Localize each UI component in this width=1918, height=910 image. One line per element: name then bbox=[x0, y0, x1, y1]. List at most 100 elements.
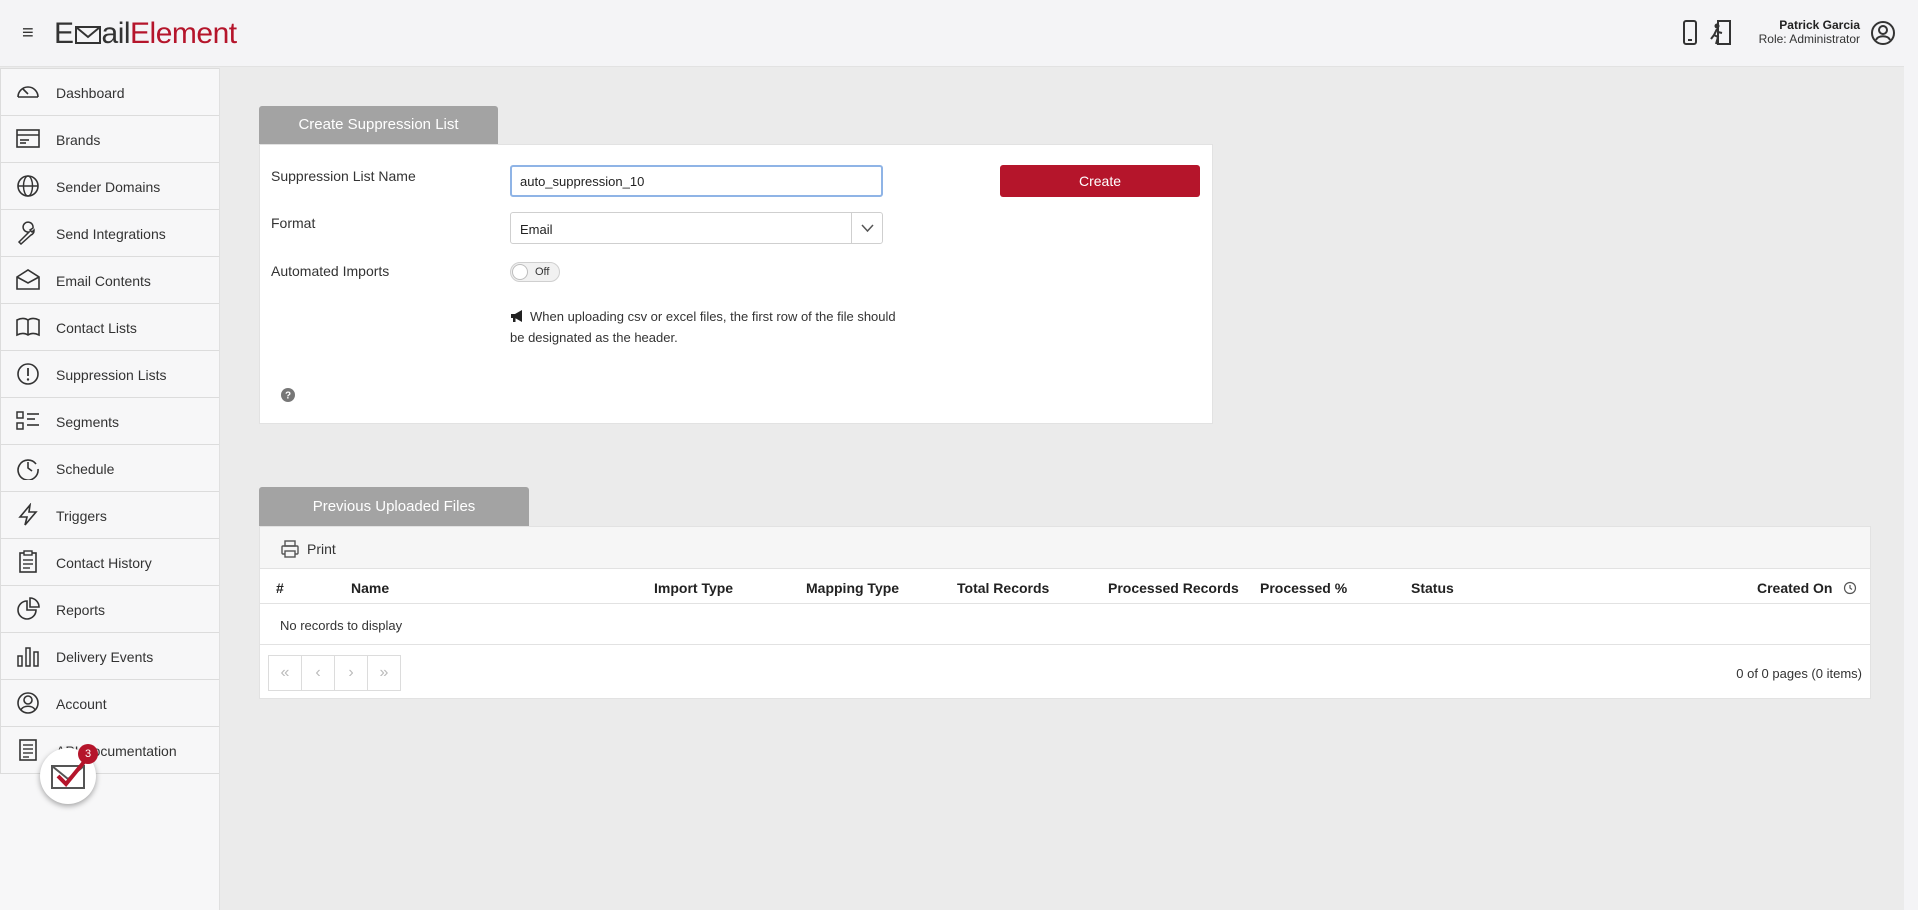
column-header-created-on[interactable]: Created On bbox=[1757, 580, 1832, 596]
pager-next-button[interactable]: › bbox=[334, 655, 368, 691]
column-header-name[interactable]: Name bbox=[351, 580, 389, 596]
logo-envelope-icon bbox=[74, 26, 101, 44]
sidebar-item-reports[interactable]: Reports bbox=[0, 586, 219, 633]
sidebar-item-label: Schedule bbox=[56, 461, 115, 477]
column-header-mapping-type[interactable]: Mapping Type bbox=[806, 580, 899, 596]
lightning-icon bbox=[18, 503, 38, 526]
sidebar-item-label: Email Contents bbox=[56, 273, 151, 289]
sidebar-item-brands[interactable]: Brands bbox=[0, 116, 219, 163]
sidebar-item-delivery-events[interactable]: Delivery Events bbox=[0, 633, 219, 680]
globe-icon bbox=[17, 175, 39, 197]
clipboard-icon bbox=[19, 550, 37, 573]
upload-note: When uploading csv or excel files, the f… bbox=[510, 306, 900, 348]
logo-text-ail: ail bbox=[101, 17, 131, 50]
suppression-name-label: Suppression List Name bbox=[271, 168, 416, 184]
column-header-status[interactable]: Status bbox=[1411, 580, 1454, 596]
column-header-index[interactable]: # bbox=[276, 580, 284, 596]
dashboard-gauge-icon bbox=[17, 86, 39, 98]
format-label: Format bbox=[271, 215, 316, 231]
pager-prev-button[interactable]: ‹ bbox=[301, 655, 335, 691]
document-icon bbox=[19, 739, 37, 761]
mobile-phone-icon[interactable] bbox=[1676, 18, 1704, 48]
sidebar-item-label: Account bbox=[56, 696, 107, 712]
sidebar-item-segments[interactable]: Segments bbox=[0, 398, 219, 445]
sidebar: Dashboard Brands Sender Domains Send Int… bbox=[0, 68, 220, 910]
uploaded-files-grid: Print # Name Import Type Mapping Type To… bbox=[259, 526, 1871, 699]
sidebar-item-label: Suppression Lists bbox=[56, 367, 167, 383]
sidebar-item-triggers[interactable]: Triggers bbox=[0, 492, 219, 539]
no-records-message: No records to display bbox=[280, 618, 403, 633]
logo-text-element: Element bbox=[130, 17, 237, 50]
sidebar-item-label: Dashboard bbox=[56, 85, 125, 101]
automated-imports-toggle[interactable]: Off bbox=[510, 262, 560, 282]
clock-sort-icon[interactable] bbox=[1843, 581, 1857, 595]
sidebar-item-label: Reports bbox=[56, 602, 106, 618]
sidebar-nav: Dashboard Brands Sender Domains Send Int… bbox=[0, 68, 219, 774]
grid-header-row: # Name Import Type Mapping Type Total Re… bbox=[260, 569, 1870, 604]
sidebar-item-account[interactable]: Account bbox=[0, 680, 219, 727]
sidebar-item-label: Delivery Events bbox=[56, 649, 154, 665]
clock-history-icon bbox=[17, 459, 39, 480]
sidebar-item-label: Brands bbox=[56, 132, 101, 148]
list-segments-icon bbox=[16, 411, 39, 430]
help-question-icon[interactable]: ? bbox=[281, 388, 295, 402]
format-selected-value: Email bbox=[520, 222, 553, 237]
grid-toolbar: Print bbox=[260, 527, 1870, 569]
sidebar-item-email-contents[interactable]: Email Contents bbox=[0, 257, 219, 304]
top-header: ≡ EailElement Patrick Garcia Role: Admin… bbox=[0, 0, 1918, 67]
logout-exit-icon[interactable] bbox=[1708, 18, 1736, 48]
megaphone-icon bbox=[511, 310, 522, 322]
sidebar-item-label: Contact History bbox=[56, 555, 152, 571]
toggle-knob bbox=[512, 264, 528, 280]
automated-imports-label: Automated Imports bbox=[271, 263, 390, 279]
logo-text-e: E bbox=[54, 17, 74, 50]
sidebar-item-contact-history[interactable]: Contact History bbox=[0, 539, 219, 586]
pager-last-button[interactable]: » bbox=[367, 655, 401, 691]
sidebar-item-send-integrations[interactable]: Send Integrations bbox=[0, 210, 219, 257]
wrench-icon bbox=[17, 221, 35, 245]
sidebar-item-schedule[interactable]: Schedule bbox=[0, 445, 219, 492]
format-select[interactable]: Email bbox=[510, 212, 883, 244]
user-avatar-icon[interactable] bbox=[1870, 20, 1896, 46]
create-suppression-tab[interactable]: Create Suppression List bbox=[259, 106, 498, 144]
user-name: Patrick Garcia bbox=[1779, 18, 1860, 32]
brands-card-icon bbox=[16, 129, 40, 148]
notification-count-badge: 3 bbox=[78, 744, 98, 764]
pie-chart-icon bbox=[17, 597, 40, 620]
sidebar-item-suppression-lists[interactable]: Suppression Lists bbox=[0, 351, 219, 398]
svg-text:?: ? bbox=[285, 391, 291, 402]
bar-chart-icon bbox=[17, 647, 39, 667]
user-info: Patrick Garcia Role: Administrator bbox=[1759, 18, 1860, 46]
hamburger-menu-icon[interactable]: ≡ bbox=[22, 23, 42, 43]
sidebar-item-contact-lists[interactable]: Contact Lists bbox=[0, 304, 219, 351]
pager-first-button[interactable]: « bbox=[268, 655, 302, 691]
exclamation-circle-icon bbox=[17, 363, 39, 385]
person-circle-icon bbox=[17, 692, 39, 714]
sidebar-item-dashboard[interactable]: Dashboard bbox=[0, 69, 219, 116]
create-button[interactable]: Create bbox=[1000, 165, 1200, 197]
envelope-open-icon bbox=[16, 269, 40, 290]
upload-note-text: When uploading csv or excel files, the f… bbox=[510, 309, 896, 345]
column-header-import-type[interactable]: Import Type bbox=[654, 580, 733, 596]
sidebar-item-label: Sender Domains bbox=[56, 179, 161, 195]
pager-info: 0 of 0 pages (0 items) bbox=[1736, 666, 1862, 681]
sidebar-item-label: Contact Lists bbox=[56, 320, 137, 336]
sidebar-item-label: Segments bbox=[56, 414, 120, 430]
book-icon bbox=[16, 317, 40, 337]
app-logo[interactable]: EailElement bbox=[54, 17, 237, 51]
chevron-down-icon[interactable] bbox=[851, 213, 882, 243]
toggle-state-text: Off bbox=[535, 266, 550, 278]
column-header-processed-records[interactable]: Processed Records bbox=[1108, 580, 1239, 596]
sidebar-item-sender-domains[interactable]: Sender Domains bbox=[0, 163, 219, 210]
sidebar-item-api-documentation[interactable]: API Documentation bbox=[0, 727, 219, 774]
pager: « ‹ › » 0 of 0 pages (0 items) bbox=[260, 644, 1870, 699]
sidebar-item-label: Triggers bbox=[56, 508, 107, 524]
user-role: Role: Administrator bbox=[1758, 32, 1860, 46]
page-scrollbar[interactable] bbox=[1904, 0, 1918, 910]
printer-icon bbox=[281, 540, 299, 558]
column-header-processed-percent[interactable]: Processed % bbox=[1260, 580, 1347, 596]
print-label: Print bbox=[307, 541, 336, 557]
column-header-total-records[interactable]: Total Records bbox=[957, 580, 1049, 596]
suppression-name-input[interactable] bbox=[510, 165, 883, 197]
previous-files-tab[interactable]: Previous Uploaded Files bbox=[259, 487, 529, 526]
